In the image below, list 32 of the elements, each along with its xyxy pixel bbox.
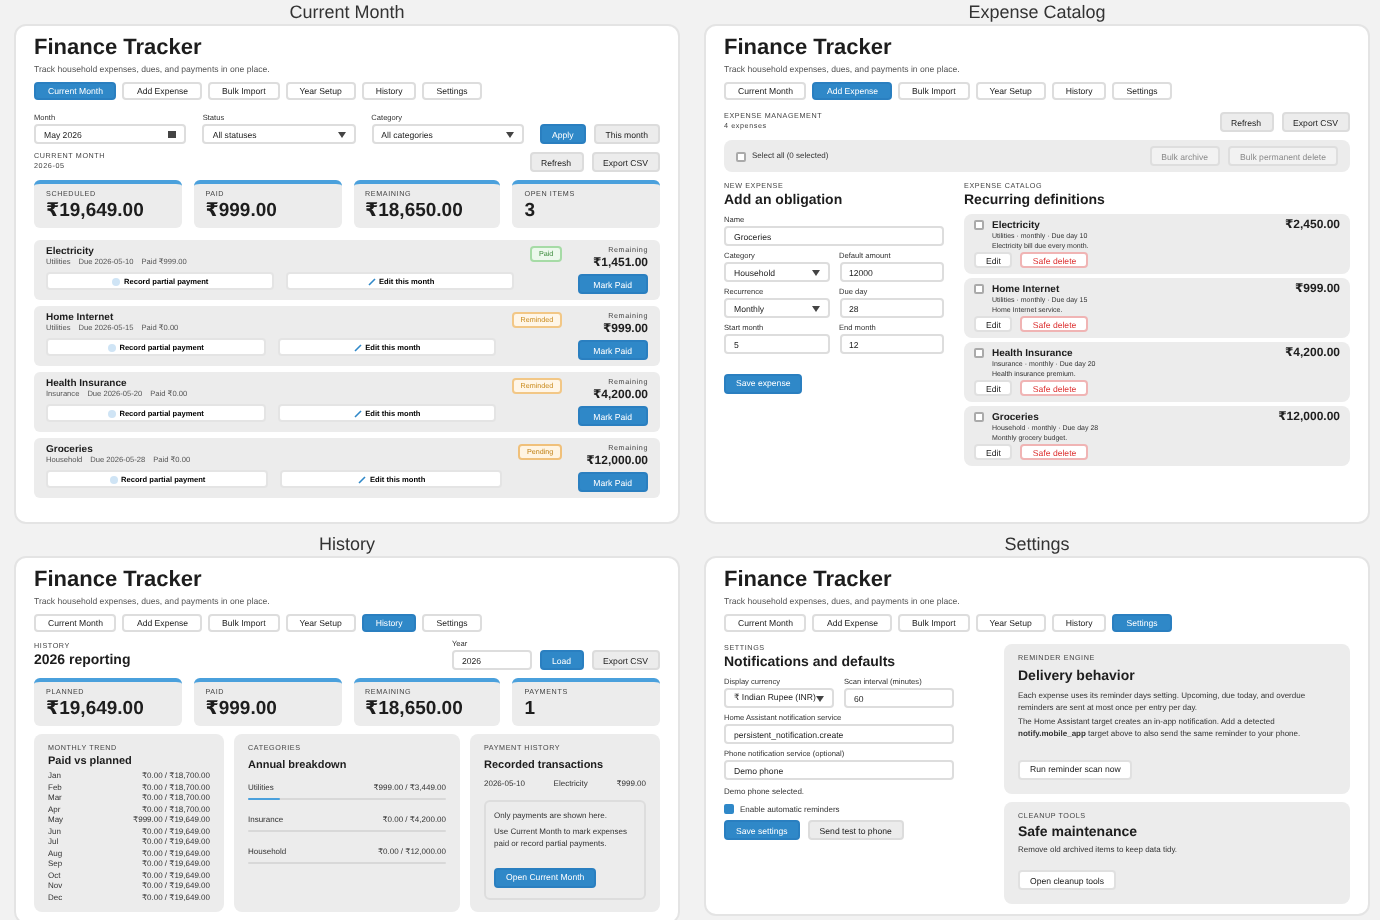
calendar-icon xyxy=(168,130,177,138)
stat-value: 3 xyxy=(524,202,538,222)
checkbox[interactable] xyxy=(974,284,984,294)
pencil-icon xyxy=(353,343,362,351)
checkbox[interactable] xyxy=(724,803,734,814)
stat-value: ₹18,650.00 xyxy=(365,700,465,720)
panel-caption: History xyxy=(316,532,377,556)
stat-value: ₹999.00 xyxy=(205,202,279,222)
pencil-icon xyxy=(353,409,362,417)
panel-caption: Settings xyxy=(1002,532,1072,556)
app-title: Finance Tracker xyxy=(34,36,204,60)
stat-value: 1 xyxy=(524,700,538,720)
checkbox[interactable] xyxy=(974,348,984,358)
panel-caption: Current Month xyxy=(287,0,407,24)
caret-icon xyxy=(337,131,346,137)
caret-icon xyxy=(505,131,514,137)
app-title: Finance Tracker xyxy=(724,36,894,60)
app-title: Finance Tracker xyxy=(34,568,204,592)
checkbox[interactable] xyxy=(974,412,984,422)
app-title: Finance Tracker xyxy=(724,568,894,592)
stat-value: ₹19,649.00 xyxy=(46,202,146,222)
caret-icon xyxy=(811,269,819,275)
pencil-icon xyxy=(358,475,367,483)
stat-value: ₹18,650.00 xyxy=(365,202,465,222)
checkbox[interactable] xyxy=(974,220,984,230)
stat-value: ₹999.00 xyxy=(205,700,279,720)
caret-icon xyxy=(811,305,819,311)
pencil-icon xyxy=(367,277,376,285)
caret-icon xyxy=(816,695,824,701)
panel-caption: Expense Catalog xyxy=(966,0,1108,24)
checkbox[interactable] xyxy=(736,151,746,161)
stat-value: ₹19,649.00 xyxy=(46,700,146,720)
